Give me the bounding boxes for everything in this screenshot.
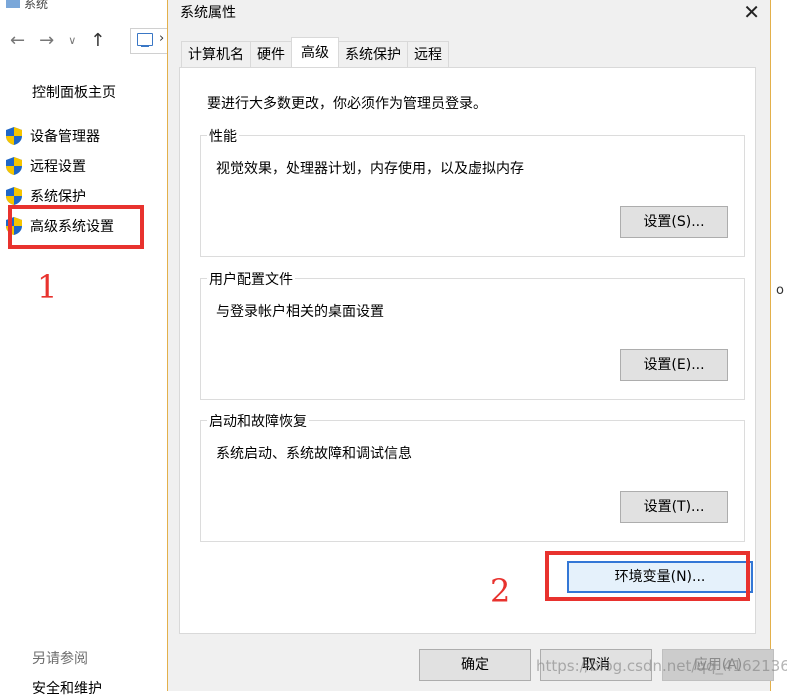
tab-advanced[interactable]: 高级: [291, 37, 339, 67]
step-number-1: 1: [37, 268, 58, 306]
tab-remote[interactable]: 远程: [407, 41, 449, 67]
user-profiles-desc: 与登录帐户相关的桌面设置: [216, 304, 384, 320]
nav-buttons: ← → ∨ ↑: [10, 30, 105, 51]
startup-recovery-group: 启动和故障恢复 系统启动、系统故障和调试信息 设置(T)...: [200, 411, 745, 542]
highlight-box-step2: [545, 551, 750, 601]
background-window-fragment: o: [771, 0, 787, 691]
uac-shield-icon: [6, 127, 22, 145]
system-protection-link[interactable]: 系统保护: [6, 186, 86, 206]
user-profiles-settings-button[interactable]: 设置(E)...: [620, 349, 728, 381]
uac-shield-icon: [6, 187, 22, 205]
device-manager-label: 设备管理器: [30, 129, 100, 145]
see-also-heading: 另请参阅: [32, 651, 88, 667]
back-arrow-icon[interactable]: ←: [10, 30, 25, 51]
remote-settings-label: 远程设置: [30, 159, 86, 175]
highlight-box-step1: [8, 205, 144, 249]
tab-computer-name[interactable]: 计算机名: [181, 41, 251, 67]
system-protection-label: 系统保护: [30, 189, 86, 205]
up-arrow-icon[interactable]: ↑: [90, 30, 105, 51]
user-profiles-title: 用户配置文件: [207, 269, 295, 289]
device-manager-link[interactable]: 设备管理器: [6, 126, 100, 146]
performance-settings-button[interactable]: 设置(S)...: [620, 206, 728, 238]
performance-desc: 视觉效果，处理器计划，内存使用，以及虚拟内存: [216, 161, 524, 177]
recent-chevron-icon[interactable]: ∨: [68, 34, 76, 47]
startup-recovery-settings-button[interactable]: 设置(T)...: [620, 491, 728, 523]
computer-icon: [137, 33, 153, 47]
system-window-icon: [6, 0, 20, 8]
remote-settings-link[interactable]: 远程设置: [6, 156, 86, 176]
background-text-fragment: o: [776, 283, 784, 298]
watermark: https://blog.csdn.net/qq_41621362: [536, 657, 787, 675]
explorer-window-title: 系统: [24, 0, 49, 11]
control-panel-pane: 系统 ← → ∨ ↑ › 控制面板主页 设备管理器 远程设置 系统保护 高级系统…: [0, 0, 171, 697]
security-maintenance-link[interactable]: 安全和维护: [32, 678, 102, 698]
performance-group: 性能 视觉效果，处理器计划，内存使用，以及虚拟内存 设置(S)...: [200, 126, 745, 257]
step-number-2: 2: [490, 572, 511, 610]
uac-shield-icon: [6, 157, 22, 175]
ok-button[interactable]: 确定: [419, 649, 531, 681]
performance-title: 性能: [207, 126, 239, 146]
tab-system-protection[interactable]: 系统保护: [338, 41, 408, 67]
address-bar[interactable]: ›: [130, 28, 171, 54]
startup-recovery-title: 启动和故障恢复: [207, 411, 309, 431]
control-panel-home-link[interactable]: 控制面板主页: [32, 82, 116, 102]
admin-note: 要进行大多数更改，你必须作为管理员登录。: [207, 96, 487, 112]
advanced-tab-panel: 要进行大多数更改，你必须作为管理员登录。 性能 视觉效果，处理器计划，内存使用，…: [179, 67, 756, 634]
close-icon[interactable]: ✕: [743, 0, 760, 24]
startup-recovery-desc: 系统启动、系统故障和调试信息: [216, 446, 412, 462]
dialog-title: 系统属性: [180, 5, 236, 21]
tab-strip: 计算机名 硬件 高级 系统保护 远程: [181, 37, 449, 67]
forward-arrow-icon[interactable]: →: [39, 30, 54, 51]
chevron-right-icon[interactable]: ›: [159, 31, 164, 46]
explorer-titlebar: 系统: [6, 0, 48, 12]
user-profiles-group: 用户配置文件 与登录帐户相关的桌面设置 设置(E)...: [200, 269, 745, 400]
tab-hardware[interactable]: 硬件: [250, 41, 292, 67]
